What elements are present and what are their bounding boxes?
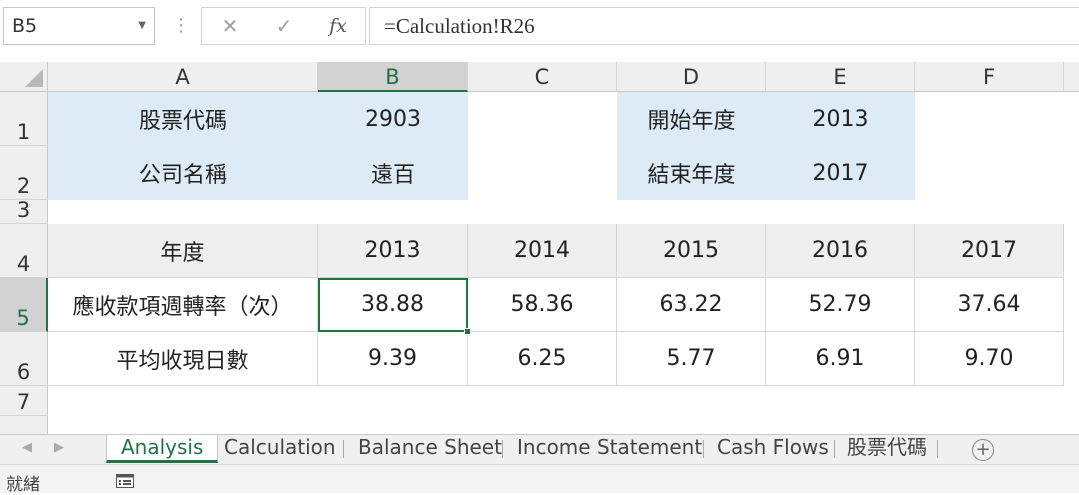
cancel-icon[interactable]: ✕ xyxy=(210,8,250,44)
tab-balance-sheet[interactable]: Balance Sheet xyxy=(344,435,516,463)
column-header-f[interactable]: F xyxy=(915,62,1064,92)
insert-function-button[interactable]: fx xyxy=(318,8,358,44)
stock-code-label[interactable]: 股票代碼 xyxy=(48,92,318,146)
column-header-d[interactable]: D xyxy=(617,62,766,92)
row-header-1[interactable]: 1 xyxy=(0,92,48,146)
name-box[interactable]: B5 ▼ xyxy=(3,7,155,45)
formula-input[interactable]: =Calculation!R26 xyxy=(369,7,1079,45)
company-label[interactable]: 公司名稱 xyxy=(48,146,318,200)
turnover-2016[interactable]: 52.79 xyxy=(766,278,915,332)
tab-stock-code[interactable]: 股票代碼 xyxy=(833,435,941,463)
tab-calculation[interactable]: Calculation xyxy=(210,435,350,463)
macro-record-icon[interactable] xyxy=(116,473,134,488)
collection-days-2015[interactable]: 5.77 xyxy=(617,332,766,386)
add-sheet-icon[interactable]: + xyxy=(972,439,994,461)
collection-days-label[interactable]: 平均收現日數 xyxy=(48,332,318,386)
tab-cash-flows[interactable]: Cash Flows xyxy=(703,435,843,463)
tab-income-statement[interactable]: Income Statement xyxy=(503,435,716,463)
table-header-2016[interactable]: 2016 xyxy=(766,224,915,278)
tab-separator xyxy=(937,440,938,458)
status-ready-text: 就緒 xyxy=(6,475,40,495)
table-header-2017[interactable]: 2017 xyxy=(915,224,1064,278)
turnover-2015[interactable]: 63.22 xyxy=(617,278,766,332)
stock-code-value[interactable]: 2903 xyxy=(318,92,468,146)
tab-scroll-left-icon[interactable]: ◀ xyxy=(22,440,32,455)
table-header-year[interactable]: 年度 xyxy=(48,224,318,278)
row-header-5[interactable]: 5 xyxy=(0,278,48,332)
table-header-2014[interactable]: 2014 xyxy=(468,224,617,278)
formula-buttons: ✕ ✓ fx xyxy=(201,7,366,45)
collection-days-2013[interactable]: 9.39 xyxy=(318,332,468,386)
collection-days-2017[interactable]: 9.70 xyxy=(915,332,1064,386)
column-header-c[interactable]: C xyxy=(468,62,617,92)
column-header-a[interactable]: A xyxy=(48,62,318,92)
enter-icon[interactable]: ✓ xyxy=(264,8,304,44)
table-header-2013[interactable]: 2013 xyxy=(318,224,468,278)
more-icon: ⋮ xyxy=(172,15,190,36)
row-header-6[interactable]: 6 xyxy=(0,332,48,386)
column-header-g[interactable] xyxy=(1064,62,1079,92)
select-all-corner[interactable] xyxy=(0,62,48,92)
status-bar xyxy=(0,464,1079,493)
end-year-label[interactable]: 結束年度 xyxy=(617,146,766,200)
row-header-8[interactable] xyxy=(0,416,48,434)
active-cell-border xyxy=(318,278,468,332)
row-header-4[interactable]: 4 xyxy=(0,224,48,278)
row-header-7[interactable]: 7 xyxy=(0,386,48,416)
collection-days-2014[interactable]: 6.25 xyxy=(468,332,617,386)
column-header-e[interactable]: E xyxy=(766,62,915,92)
end-year-value[interactable]: 2017 xyxy=(766,146,915,200)
tab-scroll-right-icon[interactable]: ▶ xyxy=(54,440,64,455)
chevron-down-icon[interactable]: ▼ xyxy=(138,8,146,44)
collection-days-2016[interactable]: 6.91 xyxy=(766,332,915,386)
start-year-label[interactable]: 開始年度 xyxy=(617,92,766,146)
turnover-label[interactable]: 應收款項週轉率（次） xyxy=(48,278,318,332)
turnover-2014[interactable]: 58.36 xyxy=(468,278,617,332)
table-header-2015[interactable]: 2015 xyxy=(617,224,766,278)
start-year-value[interactable]: 2013 xyxy=(766,92,915,146)
row-header-2[interactable]: 2 xyxy=(0,146,48,200)
name-box-value: B5 xyxy=(12,15,38,37)
column-header-b[interactable]: B xyxy=(318,62,468,92)
row-header-3[interactable]: 3 xyxy=(0,198,48,224)
turnover-2017[interactable]: 37.64 xyxy=(915,278,1064,332)
fill-handle[interactable] xyxy=(464,328,471,335)
tab-analysis[interactable]: Analysis xyxy=(106,435,219,463)
company-value[interactable]: 遠百 xyxy=(318,146,468,200)
